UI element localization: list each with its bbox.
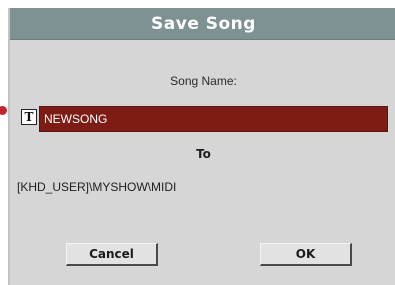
song-name-label: Song Name: bbox=[170, 74, 237, 88]
text-edit-icon[interactable]: T bbox=[21, 109, 37, 125]
destination-path[interactable]: [KHD_USER]\MYSHOW\MIDI bbox=[17, 180, 176, 194]
to-label: To bbox=[196, 147, 211, 161]
title-bar: Save Song bbox=[10, 8, 395, 40]
save-song-dialog: Save Song Song Name: T NEWSONG To [KHD_U… bbox=[8, 8, 395, 285]
song-name-value: NEWSONG bbox=[44, 112, 108, 126]
song-name-field[interactable]: NEWSONG bbox=[39, 106, 388, 132]
ok-button[interactable]: OK bbox=[260, 243, 352, 266]
cancel-button[interactable]: Cancel bbox=[66, 243, 158, 266]
selection-pointer-dot bbox=[0, 106, 7, 115]
dialog-title: Save Song bbox=[151, 14, 256, 34]
